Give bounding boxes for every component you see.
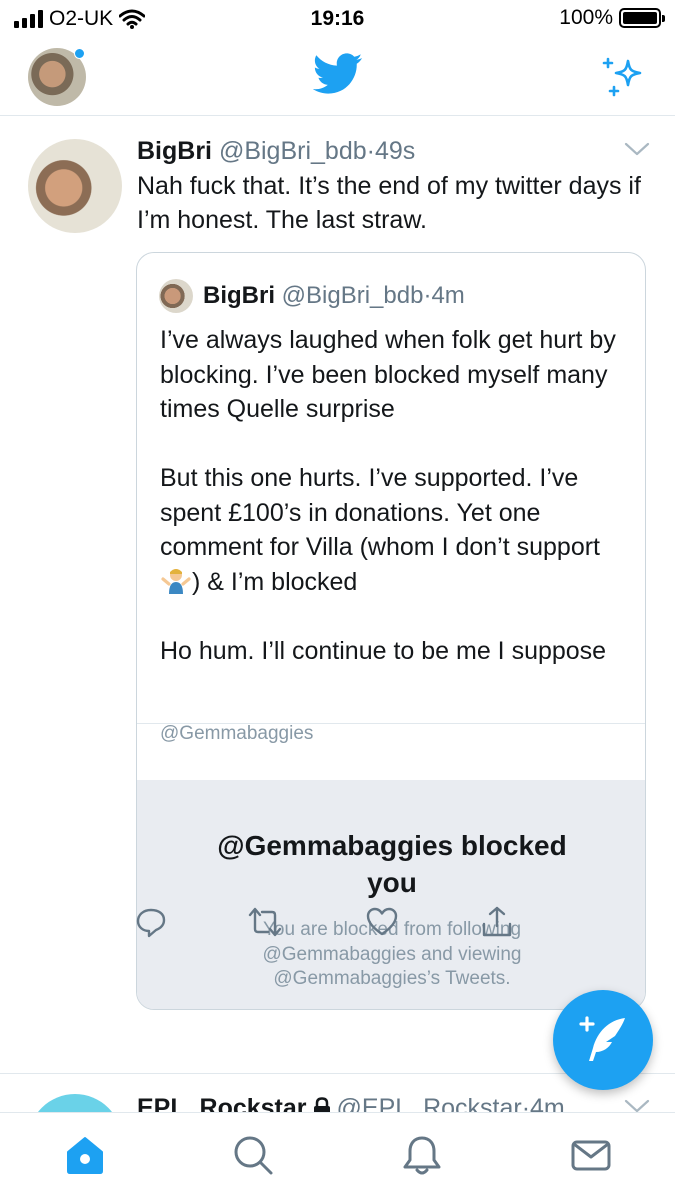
quoted-paragraph-1: I’ve always laughed when folk get hurt b…	[160, 326, 616, 423]
quoted-paragraph-3: Ho hum. I’ll continue to be me I suppose	[160, 636, 607, 665]
twitter-bird-icon[interactable]	[313, 52, 363, 96]
reply-icon[interactable]	[134, 905, 168, 939]
home-icon[interactable]	[63, 1133, 107, 1177]
next-author-name[interactable]: EPL_Rockstar	[137, 1094, 307, 1112]
chevron-down-icon[interactable]	[624, 141, 650, 157]
author-avatar[interactable]	[28, 139, 122, 233]
separator-dot: ·	[521, 1094, 531, 1112]
battery-percent: 100%	[559, 6, 613, 29]
next-author-handle[interactable]: @EPL_Rockstar	[337, 1094, 522, 1112]
compose-feather-icon	[579, 1016, 625, 1061]
author-handle[interactable]: @BigBri_bdb	[219, 137, 367, 165]
tweet-time: 49s	[374, 137, 416, 165]
notifications-icon[interactable]	[400, 1133, 444, 1177]
top-nav	[0, 38, 675, 116]
sparkle-icon[interactable]	[600, 53, 648, 101]
quoted-header: BigBri @BigBri_bdb·4m	[159, 279, 465, 313]
next-author-avatar[interactable]	[28, 1094, 122, 1112]
search-icon[interactable]	[231, 1133, 275, 1177]
tab-bar	[0, 1112, 675, 1200]
tweet-header: BigBri @BigBri_bdb·49s	[137, 137, 415, 166]
person-shrugging-emoji-icon	[161, 568, 191, 594]
status-bar: O2-UK 19:16 100%	[0, 0, 675, 38]
notification-dot	[74, 48, 85, 59]
quoted-text: I’ve always laughed when folk get hurt b…	[160, 323, 630, 703]
quoted-avatar	[159, 279, 193, 313]
embedded-handle: @Gemmabaggies	[160, 723, 314, 744]
chevron-down-icon[interactable]	[624, 1098, 650, 1112]
author-name[interactable]: BigBri	[137, 137, 212, 165]
tweet-actions	[0, 905, 675, 945]
messages-icon[interactable]	[569, 1133, 613, 1177]
separator-dot: ·	[366, 137, 375, 165]
quoted-author-name: BigBri	[203, 282, 275, 309]
battery-icon	[619, 8, 665, 28]
quoted-paragraph-2: But this one hurts. I’ve supported. I’ve…	[160, 464, 601, 596]
like-icon[interactable]	[365, 905, 399, 939]
quoted-author-handle: @BigBri_bdb	[281, 282, 424, 309]
blocked-title: @Gemmabaggies blocked you	[217, 830, 567, 898]
quoted-time: 4m	[431, 282, 465, 309]
compose-tweet-button[interactable]	[553, 990, 653, 1090]
next-tweet-header: EPL_Rockstar @EPL_Rockstar·4m	[137, 1094, 565, 1112]
quoted-tweet[interactable]: BigBri @BigBri_bdb·4m I’ve always laughe…	[136, 252, 646, 1010]
share-icon[interactable]	[480, 905, 514, 939]
retweet-icon[interactable]	[248, 905, 282, 939]
next-tweet-time: 4m	[530, 1094, 565, 1112]
lock-icon	[313, 1097, 330, 1112]
blocked-notice: @Gemmabaggies blocked you You are blocke…	[137, 780, 645, 1009]
tweet-text: Nah fuck that. It’s the end of my twitte…	[137, 172, 641, 234]
